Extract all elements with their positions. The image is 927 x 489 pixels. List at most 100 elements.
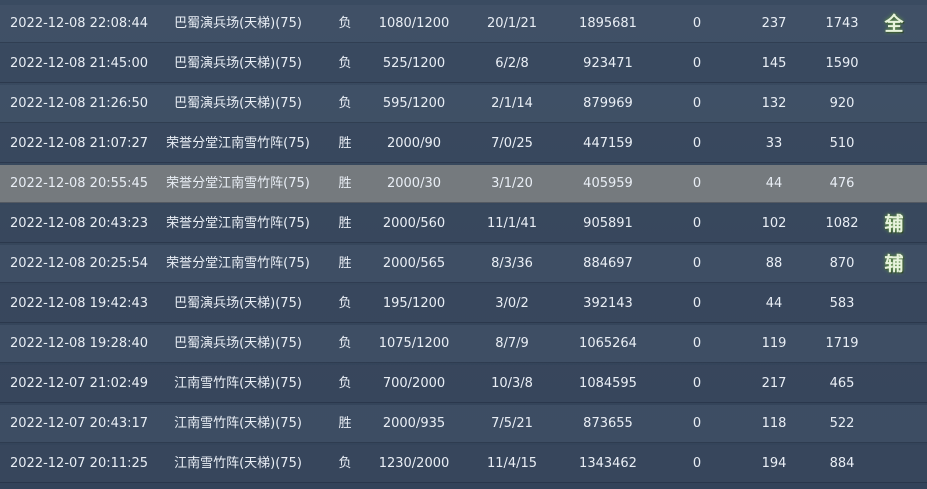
table-row[interactable]: 2022-12-08 19:42:43 巴蜀演兵场(天梯)(75) 负 195/120… xyxy=(0,285,927,323)
role-badge xyxy=(874,165,914,203)
match-result: 胜 xyxy=(338,416,352,431)
match-history-table: 2022-12-08 22:08:44 巴蜀演兵场(天梯)(75) 负 1080/12… xyxy=(0,0,927,489)
stat-a-value: 118 xyxy=(761,416,787,431)
damage-value: 923471 xyxy=(583,56,633,71)
table-row[interactable]: 2022-12-08 20:55:45 荣誉分堂江南雪竹阵(75) 胜 2000/30… xyxy=(0,165,927,203)
zero-value: 0 xyxy=(692,136,702,151)
match-result: 负 xyxy=(338,456,352,471)
team-score: 595/1200 xyxy=(382,96,446,111)
stat-a-value: 44 xyxy=(765,296,783,311)
kill-death-assist: 2/1/14 xyxy=(491,96,533,111)
table-row[interactable]: 2022-12-08 21:26:50 巴蜀演兵场(天梯)(75) 负 595/120… xyxy=(0,85,927,123)
stat-a-value: 145 xyxy=(761,56,787,71)
zero-value: 0 xyxy=(692,96,702,111)
zero-value: 0 xyxy=(692,216,702,231)
map-name: 荣誉分堂江南雪竹阵(75) xyxy=(166,256,310,271)
zero-value: 0 xyxy=(692,56,702,71)
role-badge xyxy=(874,125,914,163)
table-row[interactable]: 2022-12-08 20:25:54 荣誉分堂江南雪竹阵(75) 胜 2000/56… xyxy=(0,245,927,283)
stat-b-value: 510 xyxy=(829,136,855,151)
stat-b-value: 870 xyxy=(829,256,855,271)
role-badge: 全 xyxy=(884,13,904,35)
map-name: 巴蜀演兵场(天梯)(75) xyxy=(174,296,302,311)
match-time: 2022-12-08 20:43:23 xyxy=(10,216,149,231)
kill-death-assist: 20/1/21 xyxy=(486,16,538,31)
role-badge xyxy=(874,85,914,123)
map-name: 荣誉分堂江南雪竹阵(75) xyxy=(166,136,310,151)
stat-b-value: 1082 xyxy=(825,216,859,231)
match-time: 2022-12-08 21:26:50 xyxy=(10,96,149,111)
damage-value: 873655 xyxy=(583,416,633,431)
match-time: 2022-12-07 20:11:25 xyxy=(10,456,149,471)
kill-death-assist: 8/7/9 xyxy=(495,336,529,351)
stat-a-value: 33 xyxy=(765,136,783,151)
map-name: 荣誉分堂江南雪竹阵(75) xyxy=(166,176,310,191)
table-row[interactable]: 2022-12-07 20:11:25 江南雪竹阵(天梯)(75) 负 1230/20… xyxy=(0,445,927,483)
damage-value: 879969 xyxy=(583,96,633,111)
role-badge xyxy=(874,405,914,443)
table-row[interactable]: 2022-12-08 22:08:44 巴蜀演兵场(天梯)(75) 负 1080/12… xyxy=(0,5,927,43)
stat-a-value: 237 xyxy=(761,16,787,31)
kill-death-assist: 7/0/25 xyxy=(491,136,533,151)
kill-death-assist: 6/2/8 xyxy=(495,56,529,71)
match-result: 负 xyxy=(338,376,352,391)
table-row[interactable]: 2022-12-07 20:43:17 江南雪竹阵(天梯)(75) 胜 2000/93… xyxy=(0,405,927,443)
table-row[interactable]: 2022-12-07 21:02:49 江南雪竹阵(天梯)(75) 负 700/200… xyxy=(0,365,927,403)
kill-death-assist: 10/3/8 xyxy=(491,376,533,391)
stat-a-value: 132 xyxy=(761,96,787,111)
map-name: 巴蜀演兵场(天梯)(75) xyxy=(174,16,302,31)
role-badge xyxy=(874,285,914,323)
kill-death-assist: 3/0/2 xyxy=(495,296,529,311)
damage-value: 1343462 xyxy=(579,456,637,471)
stat-b-value: 1743 xyxy=(825,16,859,31)
map-name: 江南雪竹阵(天梯)(75) xyxy=(174,456,302,471)
damage-value: 447159 xyxy=(583,136,633,151)
map-name: 荣誉分堂江南雪竹阵(75) xyxy=(166,216,310,231)
role-badge xyxy=(874,325,914,363)
zero-value: 0 xyxy=(692,16,702,31)
kill-death-assist: 11/1/41 xyxy=(486,216,538,231)
match-time: 2022-12-08 20:55:45 xyxy=(10,176,149,191)
damage-value: 1084595 xyxy=(579,376,637,391)
stat-a-value: 88 xyxy=(765,256,783,271)
role-badge xyxy=(874,45,914,83)
damage-value: 1895681 xyxy=(579,16,637,31)
stat-b-value: 522 xyxy=(829,416,855,431)
kill-death-assist: 11/4/15 xyxy=(486,456,538,471)
zero-value: 0 xyxy=(692,176,702,191)
damage-value: 392143 xyxy=(583,296,633,311)
stat-b-value: 1590 xyxy=(825,56,859,71)
stat-a-value: 102 xyxy=(761,216,787,231)
table-row[interactable]: 2022-12-08 20:43:23 荣誉分堂江南雪竹阵(75) 胜 2000/56… xyxy=(0,205,927,243)
match-result: 负 xyxy=(338,56,352,71)
table-row[interactable]: 2022-12-08 19:28:40 巴蜀演兵场(天梯)(75) 负 1075/12… xyxy=(0,325,927,363)
match-result: 胜 xyxy=(338,216,352,231)
stat-a-value: 217 xyxy=(761,376,787,391)
match-result: 胜 xyxy=(338,136,352,151)
zero-value: 0 xyxy=(692,296,702,311)
table-row[interactable]: 2022-12-08 21:45:00 巴蜀演兵场(天梯)(75) 负 525/120… xyxy=(0,45,927,83)
zero-value: 0 xyxy=(692,376,702,391)
team-score: 1075/1200 xyxy=(378,336,450,351)
role-badge: 辅 xyxy=(884,213,904,235)
zero-value: 0 xyxy=(692,336,702,351)
match-result: 负 xyxy=(338,296,352,311)
kill-death-assist: 8/3/36 xyxy=(491,256,533,271)
map-name: 巴蜀演兵场(天梯)(75) xyxy=(174,96,302,111)
match-result: 胜 xyxy=(338,176,352,191)
map-name: 巴蜀演兵场(天梯)(75) xyxy=(174,56,302,71)
stat-a-value: 119 xyxy=(761,336,787,351)
table-row[interactable]: 2022-12-08 21:07:27 荣誉分堂江南雪竹阵(75) 胜 2000/90… xyxy=(0,125,927,163)
match-time: 2022-12-07 21:02:49 xyxy=(10,376,149,391)
map-name: 巴蜀演兵场(天梯)(75) xyxy=(174,336,302,351)
match-time: 2022-12-07 20:43:17 xyxy=(10,416,149,431)
zero-value: 0 xyxy=(692,456,702,471)
team-score: 2000/565 xyxy=(382,256,446,271)
match-result: 胜 xyxy=(338,256,352,271)
team-score: 2000/90 xyxy=(386,136,441,151)
team-score: 700/2000 xyxy=(382,376,446,391)
match-result: 负 xyxy=(338,96,352,111)
match-time: 2022-12-08 21:07:27 xyxy=(10,136,149,151)
team-score: 2000/30 xyxy=(386,176,441,191)
team-score: 2000/560 xyxy=(382,216,446,231)
